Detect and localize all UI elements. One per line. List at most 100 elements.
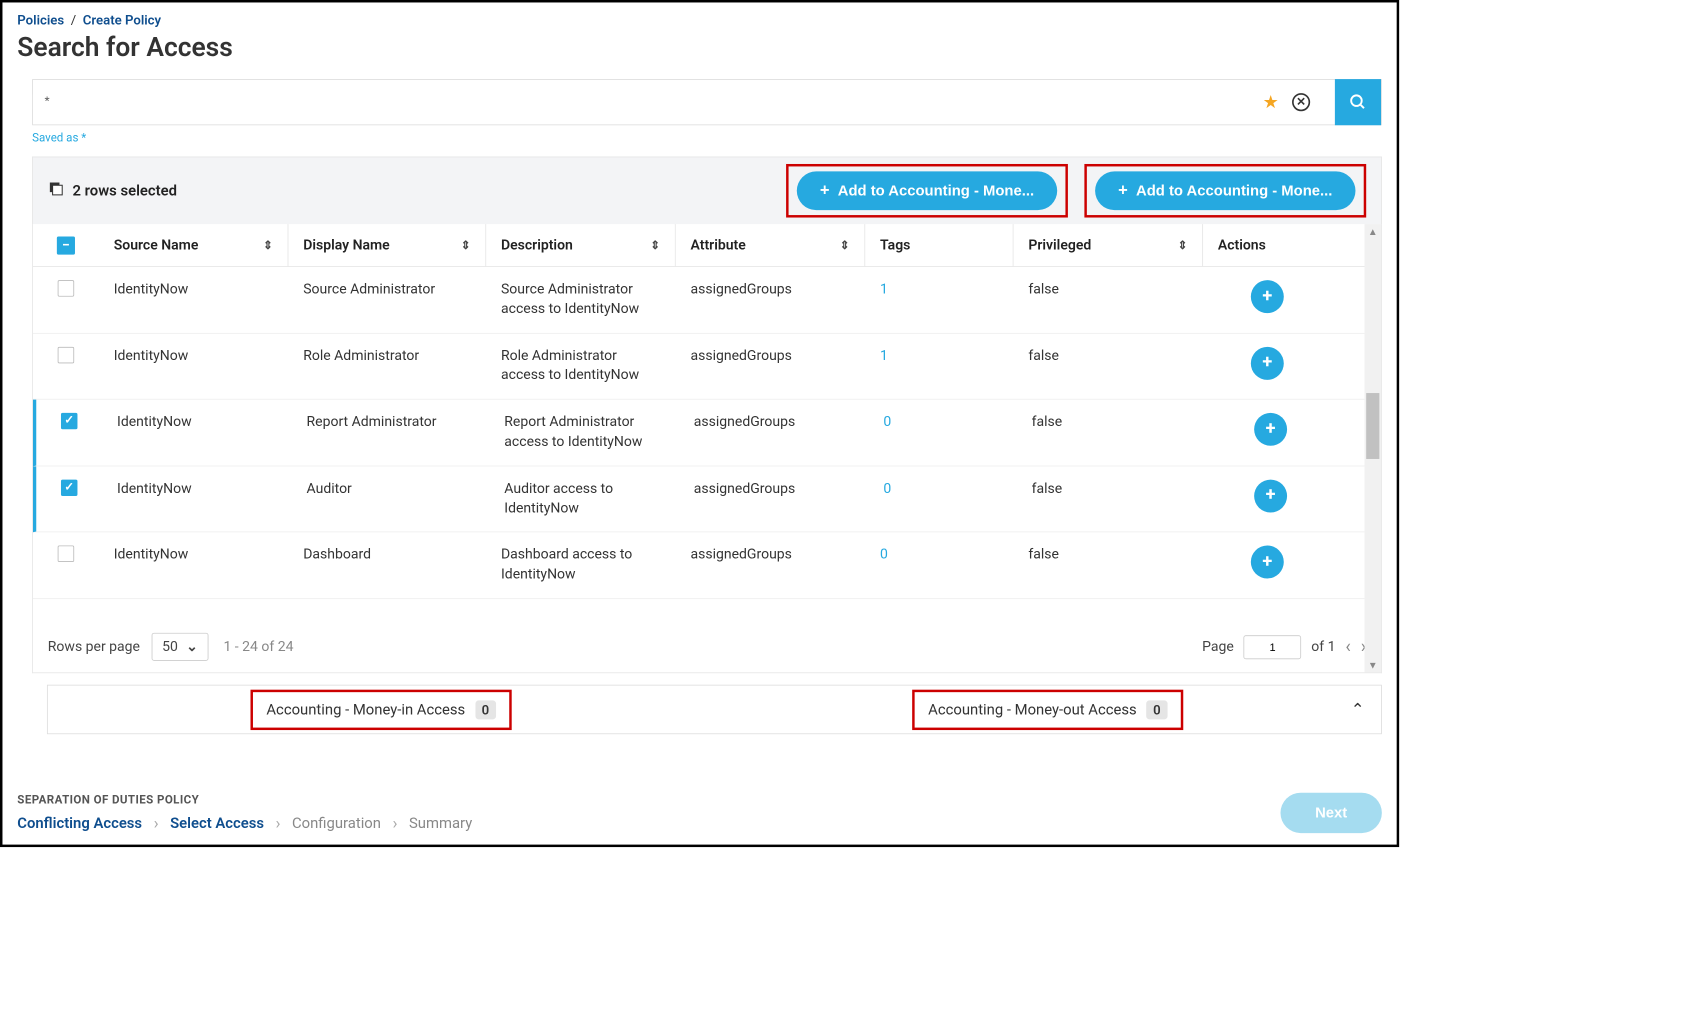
sod-policy-label: SEPARATION OF DUTIES POLICY [17, 794, 1382, 807]
cell-privileged: false [1017, 413, 1207, 433]
row-checkbox[interactable] [61, 479, 77, 495]
page-range: 1 - 24 of 24 [223, 639, 293, 655]
search-icon [1349, 93, 1367, 111]
breadcrumb-sep: / [71, 12, 76, 28]
cell-source: IdentityNow [102, 479, 292, 499]
cell-description: Role Administrator access to IdentityNow [486, 347, 676, 386]
row-checkbox[interactable] [58, 546, 74, 562]
prev-page-icon[interactable]: ‹ [1345, 637, 1350, 658]
row-checkbox[interactable] [61, 413, 77, 429]
add-row-button[interactable]: + [1254, 479, 1287, 512]
page-title: Search for Access [17, 31, 1382, 62]
cell-tags[interactable]: 1 [865, 347, 1013, 367]
cell-attribute: assignedGroups [676, 347, 866, 367]
page-input[interactable] [1244, 635, 1302, 659]
cell-source: IdentityNow [99, 280, 289, 300]
cell-display: Role Administrator [288, 347, 486, 367]
cell-privileged: false [1014, 347, 1204, 367]
table-row[interactable]: IdentityNowDashboardDashboard access to … [33, 533, 1381, 599]
table-row[interactable]: IdentityNowReport AdministratorReport Ad… [33, 400, 1381, 466]
table-row[interactable]: IdentityNowAuditorAuditor access to Iden… [33, 466, 1381, 532]
next-button[interactable]: Next [1280, 793, 1381, 833]
th-checkbox[interactable]: − [33, 224, 99, 266]
row-checkbox[interactable] [58, 347, 74, 363]
cell-source: IdentityNow [102, 413, 292, 433]
th-actions: Actions [1203, 224, 1335, 266]
breadcrumb: Policies / Create Policy [17, 12, 1382, 28]
chevron-right-icon: › [276, 813, 281, 833]
highlight-money-in: Accounting - Money-in Access 0 [251, 689, 512, 729]
scroll-up-icon[interactable]: ▲ [1368, 226, 1378, 238]
step-select-access[interactable]: Select Access [170, 815, 264, 832]
cell-attribute: assignedGroups [679, 479, 869, 499]
add-row-button[interactable]: + [1251, 546, 1284, 579]
table-row[interactable]: IdentityNowRole AdministratorRole Admini… [33, 333, 1381, 399]
chevron-up-icon[interactable]: ⌃ [1351, 700, 1365, 720]
cell-display: Dashboard [288, 546, 486, 566]
add-row-button[interactable]: + [1251, 280, 1284, 313]
plus-icon: + [820, 181, 830, 200]
access-lists-summary: Accounting - Money-in Access 0 Accountin… [47, 685, 1382, 734]
cell-display: Auditor [292, 479, 490, 499]
cell-attribute: assignedGroups [679, 413, 869, 433]
cell-tags[interactable]: 0 [868, 479, 1016, 499]
sort-icon[interactable]: ⇕ [840, 239, 850, 251]
th-source[interactable]: Source Name ⇕ [99, 224, 289, 266]
header-checkbox-indeterminate[interactable]: − [57, 236, 75, 254]
pagination: Rows per page 50 ⌄ 1 - 24 of 24 Page of … [33, 621, 1381, 672]
cell-description: Auditor access to IdentityNow [489, 479, 679, 518]
wizard-steps: Conflicting Access › Select Access › Con… [17, 813, 1382, 833]
cell-source: IdentityNow [99, 546, 289, 566]
highlight-add-2: + Add to Accounting - Mone... [1084, 164, 1366, 218]
th-description[interactable]: Description ⇕ [486, 224, 676, 266]
cell-privileged: false [1014, 280, 1204, 300]
sort-icon[interactable]: ⇕ [650, 239, 660, 251]
cell-description: Source Administrator access to IdentityN… [486, 280, 676, 319]
step-configuration: Configuration [292, 815, 381, 832]
money-in-label[interactable]: Accounting - Money-in Access [266, 701, 465, 718]
cell-tags[interactable]: 1 [865, 280, 1013, 300]
th-attribute[interactable]: Attribute ⇕ [676, 224, 866, 266]
search-input[interactable] [33, 95, 1263, 110]
wizard-footer: SEPARATION OF DUTIES POLICY Conflicting … [17, 794, 1382, 834]
money-out-count: 0 [1147, 700, 1168, 719]
table-row[interactable]: IdentityNowSource AdministratorSource Ad… [33, 267, 1381, 333]
sort-icon[interactable]: ⇕ [461, 239, 471, 251]
cell-tags[interactable]: 0 [868, 413, 1016, 433]
rows-per-page-select[interactable]: 50 ⌄ [151, 633, 208, 661]
add-row-button[interactable]: + [1251, 347, 1284, 380]
money-out-label[interactable]: Accounting - Money-out Access [928, 701, 1136, 718]
table-toolbar: 2 rows selected + Add to Accounting - Mo… [32, 157, 1382, 225]
row-checkbox[interactable] [58, 280, 74, 296]
add-to-accounting-button-1[interactable]: + Add to Accounting - Mone... [797, 171, 1057, 210]
sort-icon[interactable]: ⇕ [263, 239, 273, 251]
add-to-accounting-button-2[interactable]: + Add to Accounting - Mone... [1095, 171, 1355, 210]
cell-description: Report Administrator access to IdentityN… [489, 413, 679, 452]
cell-source: IdentityNow [99, 347, 289, 367]
chevron-right-icon: › [392, 813, 397, 833]
step-conflicting-access[interactable]: Conflicting Access [17, 815, 142, 832]
th-display[interactable]: Display Name ⇕ [288, 224, 486, 266]
th-tags[interactable]: Tags [865, 224, 1013, 266]
sort-icon[interactable]: ⇕ [1178, 239, 1188, 251]
table-body[interactable]: IdentityNowSource AdministratorSource Ad… [33, 267, 1381, 621]
cell-tags[interactable]: 0 [865, 546, 1013, 566]
scrollbar[interactable]: ▲ ▼ [1365, 224, 1381, 672]
rows-selected-text: 2 rows selected [73, 182, 177, 199]
chevron-right-icon: › [154, 813, 159, 833]
search-button[interactable] [1335, 79, 1381, 125]
scroll-down-icon[interactable]: ▼ [1368, 659, 1378, 671]
clear-search-icon[interactable]: ✕ [1292, 93, 1310, 111]
breadcrumb-parent[interactable]: Policies [17, 12, 64, 28]
scrollbar-thumb[interactable] [1366, 393, 1379, 459]
saved-as-label[interactable]: Saved as * [32, 132, 1382, 145]
plus-icon: + [1118, 181, 1128, 200]
step-summary: Summary [409, 815, 472, 832]
th-privileged[interactable]: Privileged ⇕ [1014, 224, 1204, 266]
cell-attribute: assignedGroups [676, 280, 866, 300]
table-header: − Source Name ⇕ Display Name ⇕ Descripti… [33, 224, 1381, 267]
breadcrumb-current[interactable]: Create Policy [83, 12, 161, 28]
chevron-down-icon: ⌄ [186, 639, 198, 655]
add-row-button[interactable]: + [1254, 413, 1287, 446]
star-icon[interactable]: ★ [1263, 92, 1279, 113]
